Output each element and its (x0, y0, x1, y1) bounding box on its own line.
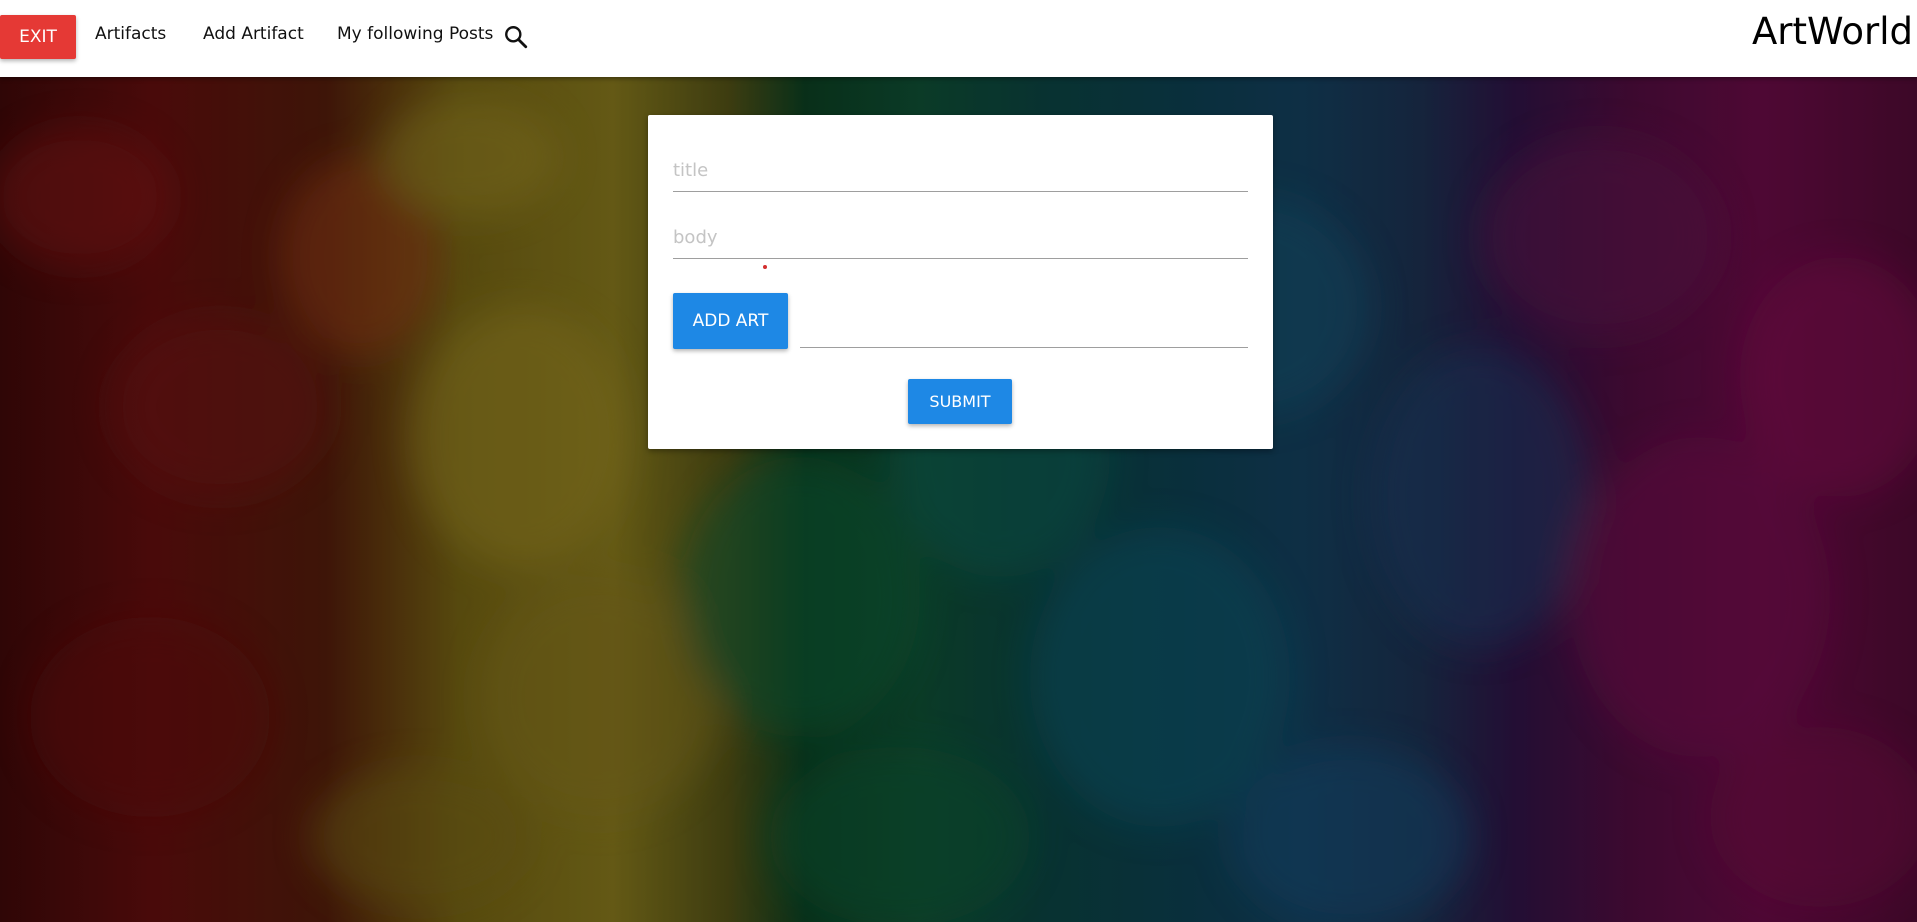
submit-button[interactable]: SUBMIT (908, 379, 1012, 424)
add-art-button[interactable]: ADD ART (673, 293, 788, 349)
body-input[interactable] (673, 222, 1248, 259)
exit-button[interactable]: EXIT (0, 15, 76, 59)
add-artifact-form-card: ADD ART SUBMIT (648, 115, 1273, 449)
page: EXIT Artifacts Add Artifact My following… (0, 0, 1917, 922)
title-input[interactable] (673, 155, 1248, 192)
brand-logo-text: ArtWorld (1751, 10, 1913, 53)
search-button[interactable] (503, 24, 529, 50)
nav-link-my-following-posts[interactable]: My following Posts (337, 24, 493, 44)
cursor-dot (763, 265, 767, 269)
file-path-input[interactable] (800, 311, 1248, 348)
nav-link-artifacts[interactable]: Artifacts (95, 24, 166, 44)
top-navbar: EXIT Artifacts Add Artifact My following… (0, 0, 1917, 77)
search-icon (505, 26, 528, 49)
nav-link-add-artifact[interactable]: Add Artifact (203, 24, 304, 44)
